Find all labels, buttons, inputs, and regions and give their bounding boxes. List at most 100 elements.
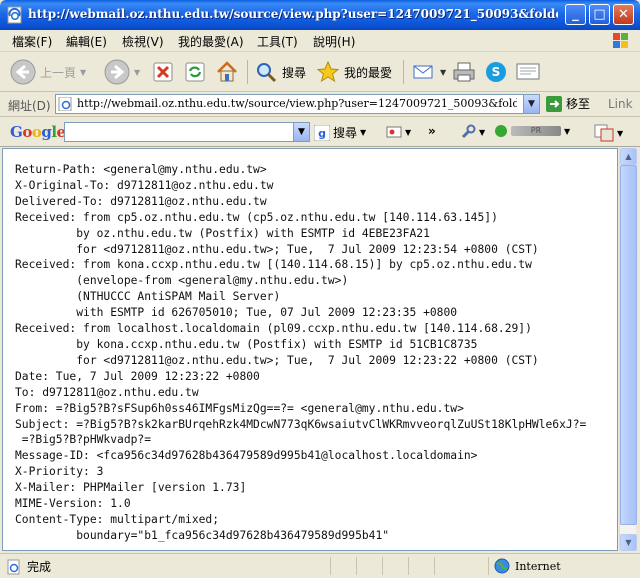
mail-button[interactable]: ▼: [412, 57, 446, 87]
translate-button[interactable]: ▼: [594, 124, 623, 142]
go-arrow-icon: [546, 95, 562, 112]
google-search-dropdown-icon[interactable]: ▼: [360, 128, 366, 137]
google-search-button[interactable]: g 搜尋 ▼: [314, 124, 366, 141]
pagerank-dropdown-icon[interactable]: ▼: [564, 127, 570, 136]
google-news-button[interactable]: ▼: [386, 124, 411, 140]
go-button[interactable]: 移至: [546, 95, 590, 112]
translate-icon: [594, 124, 614, 142]
mail-source-line: Received: from localhost.localdomain (pl…: [15, 322, 532, 336]
mail-source-line: Date: Tue, 7 Jul 2009 12:23:22 +0800: [15, 369, 260, 383]
settings-dropdown-icon[interactable]: ▼: [479, 128, 485, 137]
toolbar-separator: [247, 60, 248, 84]
windows-flag-icon: [613, 33, 628, 48]
scroll-thumb[interactable]: [620, 165, 637, 525]
stop-icon: [153, 62, 173, 82]
menu-bar: 檔案(F) 編輯(E) 檢視(V) 我的最愛(A) 工具(T) 說明(H): [0, 30, 640, 52]
close-button[interactable]: ✕: [613, 4, 634, 25]
menu-favorites[interactable]: 我的最愛(A): [178, 33, 244, 50]
mail-source-line: with ESMTP id 626705010; Tue, 07 Jul 200…: [15, 306, 458, 320]
search-button[interactable]: 搜尋: [254, 57, 306, 87]
news-dropdown-icon[interactable]: ▼: [405, 128, 411, 137]
standard-toolbar: 上一頁 ▼ ▼ 搜尋 我的最愛 ▼ S: [0, 53, 640, 92]
mail-source-line: =?Big5?B?pHWkvadp?=: [15, 433, 152, 447]
svg-text:g: g: [318, 127, 326, 140]
forward-button[interactable]: ▼: [104, 57, 140, 87]
address-url: http://webmail.oz.nthu.edu.tw/source/vie…: [77, 97, 517, 110]
menu-view[interactable]: 檢視(V): [122, 33, 164, 50]
pagerank-bar: PR: [511, 126, 561, 136]
status-divider: [330, 557, 331, 575]
google-search-label: 搜尋: [333, 126, 358, 140]
svg-text:S: S: [492, 65, 501, 79]
google-g-icon: g: [314, 124, 330, 141]
status-text: 完成: [27, 560, 52, 574]
mail-dropdown-icon[interactable]: ▼: [440, 68, 446, 77]
star-icon: [316, 60, 340, 83]
printer-icon: [453, 62, 475, 82]
menu-tools[interactable]: 工具(T): [257, 33, 298, 50]
discuss-icon: [516, 63, 540, 80]
status-bar: 完成 Internet: [0, 553, 640, 578]
mail-source-line: (envelope-from <general@my.nthu.edu.tw>): [15, 274, 349, 288]
back-label: 上一頁: [40, 65, 77, 80]
address-input[interactable]: http://webmail.oz.nthu.edu.tw/source/vie…: [55, 94, 540, 114]
mail-source-line: Content-Type: multipart/mixed;: [15, 512, 220, 526]
mail-source-line: From: =?Big5?B?sFSup6h0ss46IMFgsMizQg==?…: [15, 401, 464, 415]
mail-source-line: Return-Path: <general@my.nthu.edu.tw>: [15, 163, 267, 176]
translate-dropdown-icon[interactable]: ▼: [617, 129, 623, 138]
mail-source-line: MIME-Version: 1.0: [15, 497, 131, 511]
pagerank-indicator[interactable]: PR ▼: [494, 124, 570, 138]
toolbar-separator: [403, 60, 404, 84]
mail-source-line: Delivered-To: d9712811@oz.nthu.edu.tw: [15, 194, 267, 208]
ie-page-icon: [7, 6, 22, 24]
scroll-up-arrow-icon[interactable]: ▲: [620, 148, 637, 165]
security-zone[interactable]: Internet: [488, 557, 636, 575]
search-icon: [257, 63, 277, 83]
google-search-dropdown-icon[interactable]: ▼: [293, 123, 309, 141]
page-content: Return-Path: <general@my.nthu.edu.tw> X-O…: [2, 148, 618, 551]
zone-label: Internet: [515, 559, 561, 573]
minimize-button[interactable]: _: [565, 4, 586, 25]
links-toolbar[interactable]: Link: [608, 97, 633, 111]
discuss-button[interactable]: [515, 57, 541, 87]
mail-source-line: Received: from kona.ccxp.nthu.edu.tw [(1…: [15, 258, 532, 272]
search-label: 搜尋: [282, 65, 307, 80]
go-label: 移至: [566, 97, 591, 111]
page-done-icon: [7, 559, 20, 574]
mail-source-line: Subject: =?Big5?B?sk2karBUrqehRzk4MDcwN7…: [15, 417, 587, 431]
favorites-label: 我的最愛: [344, 65, 393, 80]
status-divider: [382, 557, 383, 575]
maximize-button[interactable]: □: [589, 4, 610, 25]
vertical-scrollbar[interactable]: ▲ ▼: [619, 148, 637, 551]
address-dropdown-icon[interactable]: ▼: [523, 95, 539, 113]
back-arrow-icon: [10, 59, 36, 85]
google-search-input[interactable]: ▼: [64, 122, 310, 142]
mail-source-text: Return-Path: <general@my.nthu.edu.tw> X-O…: [15, 162, 615, 544]
home-button[interactable]: [215, 57, 239, 87]
stop-button[interactable]: [152, 57, 174, 87]
wrench-icon: [461, 124, 476, 139]
print-button[interactable]: [452, 57, 476, 87]
favorites-button[interactable]: 我的最愛: [316, 57, 392, 87]
mail-source-line: X-Mailer: PHPMailer [version 1.73]: [15, 481, 247, 495]
mail-source-line: Received: from cp5.oz.nthu.edu.tw (cp5.o…: [15, 210, 498, 224]
mail-source-line: X-Priority: 3: [15, 465, 104, 479]
window-title: http://webmail.oz.nthu.edu.tw/source/vie…: [28, 7, 558, 21]
globe-icon: [494, 558, 510, 574]
mail-icon: [413, 65, 433, 79]
refresh-button[interactable]: [184, 57, 206, 87]
scroll-down-arrow-icon[interactable]: ▼: [620, 534, 637, 551]
forward-arrow-icon: [104, 59, 130, 85]
menu-file[interactable]: 檔案(F): [12, 33, 52, 50]
messenger-button[interactable]: S: [484, 57, 508, 87]
address-label: 網址(D): [8, 99, 51, 113]
back-button[interactable]: 上一頁 ▼: [10, 57, 86, 87]
more-button[interactable]: »: [428, 124, 436, 138]
google-logo[interactable]: Google: [10, 123, 66, 141]
settings-button[interactable]: ▼: [460, 124, 485, 140]
back-dropdown-icon[interactable]: ▼: [80, 68, 86, 77]
mail-source-line: by kona.ccxp.nthu.edu.tw (Postfix) with …: [15, 337, 478, 351]
forward-dropdown-icon[interactable]: ▼: [134, 68, 140, 77]
menu-edit[interactable]: 編輯(E): [66, 33, 107, 50]
menu-help[interactable]: 說明(H): [313, 33, 355, 50]
